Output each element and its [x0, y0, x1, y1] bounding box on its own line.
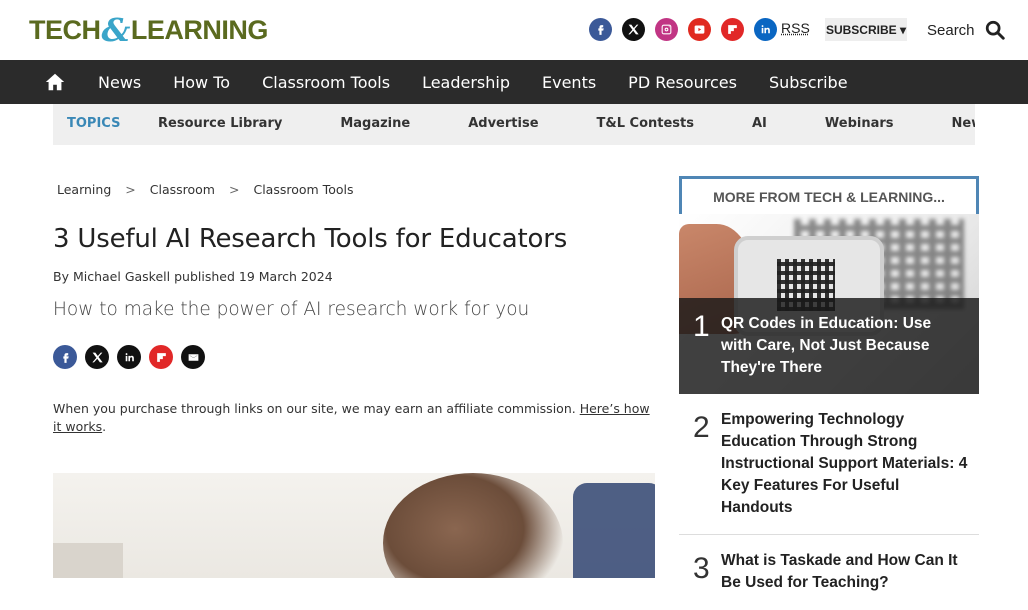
- linkedin-icon[interactable]: [754, 18, 777, 41]
- more-from-heading: MORE FROM TECH & LEARNING...: [679, 176, 979, 214]
- article-title: 3 Useful AI Research Tools for Educators: [53, 224, 568, 254]
- home-icon[interactable]: [44, 71, 66, 93]
- publish-date: 19 March 2024: [238, 269, 333, 284]
- nav-item-how-to[interactable]: How To: [173, 73, 230, 92]
- breadcrumb-learning[interactable]: Learning: [57, 182, 111, 197]
- topic-magazine[interactable]: Magazine: [340, 116, 410, 131]
- social-links: [589, 18, 777, 41]
- rss-link[interactable]: RSS: [781, 20, 810, 36]
- share-flipboard-icon[interactable]: [149, 345, 173, 369]
- byline-prefix: By: [53, 269, 69, 284]
- share-x-icon[interactable]: [85, 345, 109, 369]
- topics-label: TOPICS: [67, 116, 121, 131]
- article-hero-image: [53, 473, 655, 578]
- hero-image-shirt: [573, 483, 655, 578]
- article-byline: By Michael Gaskell published 19 March 20…: [53, 269, 333, 284]
- topic-ai[interactable]: AI: [752, 116, 767, 131]
- affiliate-end: .: [102, 419, 107, 434]
- item-number: 2: [693, 411, 710, 444]
- nav-item-events[interactable]: Events: [542, 73, 596, 92]
- nav-item-pd-resources[interactable]: PD Resources: [628, 73, 737, 92]
- youtube-icon[interactable]: [688, 18, 711, 41]
- item-number: 3: [693, 552, 710, 585]
- breadcrumb-classroom-tools[interactable]: Classroom Tools: [253, 182, 353, 197]
- topic-advertise[interactable]: Advertise: [468, 116, 538, 131]
- breadcrumb-classroom[interactable]: Classroom: [150, 182, 215, 197]
- breadcrumb-separator: >: [125, 182, 136, 197]
- item-title[interactable]: QR Codes in Education: Use with Care, No…: [721, 313, 961, 379]
- site-header: TECH & LEARNING RSS SUBSCRIBE ▾ Search: [0, 0, 1028, 60]
- flipboard-icon[interactable]: [721, 18, 744, 41]
- breadcrumb: Learning > Classroom > Classroom Tools: [57, 182, 353, 197]
- subscribe-dropdown[interactable]: SUBSCRIBE ▾: [825, 18, 907, 41]
- hero-image-person: [383, 473, 563, 578]
- share-buttons: [53, 345, 205, 369]
- share-facebook-icon[interactable]: [53, 345, 77, 369]
- author-link[interactable]: Michael Gaskell: [73, 269, 170, 284]
- topic-news-signup[interactable]: News Sig: [952, 116, 975, 131]
- nav-item-classroom-tools[interactable]: Classroom Tools: [262, 73, 390, 92]
- facebook-icon[interactable]: [589, 18, 612, 41]
- search-button[interactable]: Search: [927, 19, 1006, 41]
- item-number: 1: [693, 310, 710, 343]
- item-title[interactable]: Empowering Technology Education Through …: [721, 409, 971, 519]
- published-prefix: published: [174, 269, 235, 284]
- topic-resource-library[interactable]: Resource Library: [158, 116, 282, 131]
- site-logo[interactable]: TECH & LEARNING: [29, 11, 269, 49]
- breadcrumb-separator: >: [229, 182, 240, 197]
- item-title[interactable]: What is Taskade and How Can It Be Used f…: [721, 550, 971, 594]
- sidebar-list-item[interactable]: 3 What is Taskade and How Can It Be Used…: [679, 550, 979, 610]
- nav-item-leadership[interactable]: Leadership: [422, 73, 510, 92]
- search-label: Search: [927, 21, 975, 39]
- affiliate-disclosure: When you purchase through links on our s…: [53, 400, 653, 436]
- main-navigation: News How To Classroom Tools Leadership E…: [0, 60, 1028, 104]
- hero-image-shape: [53, 543, 123, 578]
- instagram-icon[interactable]: [655, 18, 678, 41]
- logo-text-left: TECH: [29, 14, 101, 45]
- search-icon: [985, 20, 1005, 40]
- affiliate-text: When you purchase through links on our s…: [53, 401, 576, 416]
- topic-tl-contests[interactable]: T&L Contests: [597, 116, 694, 131]
- x-icon[interactable]: [622, 18, 645, 41]
- sidebar-list-item[interactable]: 2 Empowering Technology Education Throug…: [679, 409, 979, 535]
- sidebar-featured-item[interactable]: 1 QR Codes in Education: Use with Care, …: [679, 214, 979, 394]
- nav-item-subscribe[interactable]: Subscribe: [769, 73, 848, 92]
- share-email-icon[interactable]: [181, 345, 205, 369]
- topics-bar: TOPICS Resource Library Magazine Adverti…: [53, 104, 975, 145]
- nav-item-news[interactable]: News: [98, 73, 141, 92]
- logo-ampersand: &: [101, 11, 131, 49]
- logo-text-right: LEARNING: [130, 14, 269, 45]
- article-subtitle: How to make the power of AI research wor…: [53, 299, 530, 320]
- share-linkedin-icon[interactable]: [117, 345, 141, 369]
- topic-webinars[interactable]: Webinars: [825, 116, 894, 131]
